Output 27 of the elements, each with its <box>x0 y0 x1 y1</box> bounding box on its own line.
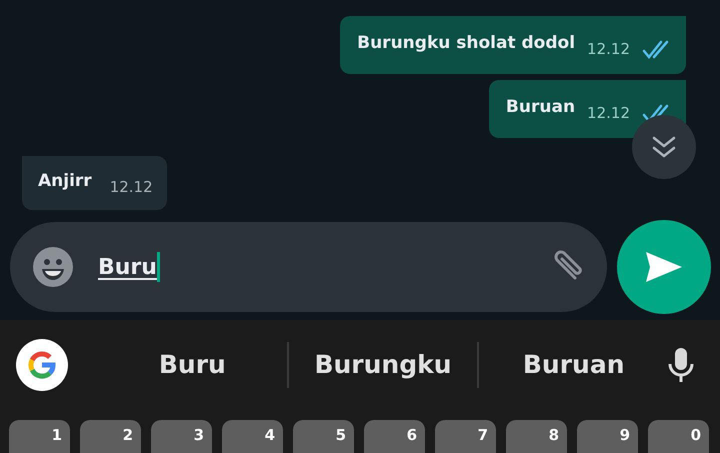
input-text: Buru <box>98 254 157 282</box>
suggestion[interactable]: Buru <box>98 346 287 384</box>
send-icon <box>644 250 684 284</box>
keyboard-key[interactable]: 0 <box>648 420 709 453</box>
keyboard-key[interactable]: 8 <box>506 420 567 453</box>
text-cursor <box>156 252 160 282</box>
suggestion[interactable]: Buruan <box>479 346 668 384</box>
keyboard-key[interactable]: 2 <box>80 420 141 453</box>
keyboard-key[interactable]: 3 <box>151 420 212 453</box>
message-time: 12.12 <box>587 102 630 124</box>
message-text: Buruan <box>506 96 576 118</box>
double-chevron-icon <box>651 135 677 159</box>
google-button[interactable] <box>16 339 68 391</box>
keyboard-key[interactable]: 1 <box>9 420 70 453</box>
suggestion[interactable]: Burungku <box>288 346 478 384</box>
keyboard-key[interactable]: 9 <box>577 420 638 453</box>
keyboard-key[interactable]: 5 <box>293 420 354 453</box>
message-time: 12.12 <box>110 176 153 198</box>
keyboard-key[interactable]: 4 <box>222 420 283 453</box>
emoji-icon[interactable] <box>32 246 74 288</box>
message-input[interactable]: Buru <box>10 222 607 312</box>
message-time: 12.12 <box>587 38 630 60</box>
message-text: Anjirr <box>38 170 92 192</box>
microphone-icon[interactable] <box>668 347 694 383</box>
keyboard-key[interactable]: 6 <box>364 420 425 453</box>
message-text: Burungku sholat dodol <box>357 32 576 54</box>
keyboard-key[interactable]: 7 <box>435 420 496 453</box>
